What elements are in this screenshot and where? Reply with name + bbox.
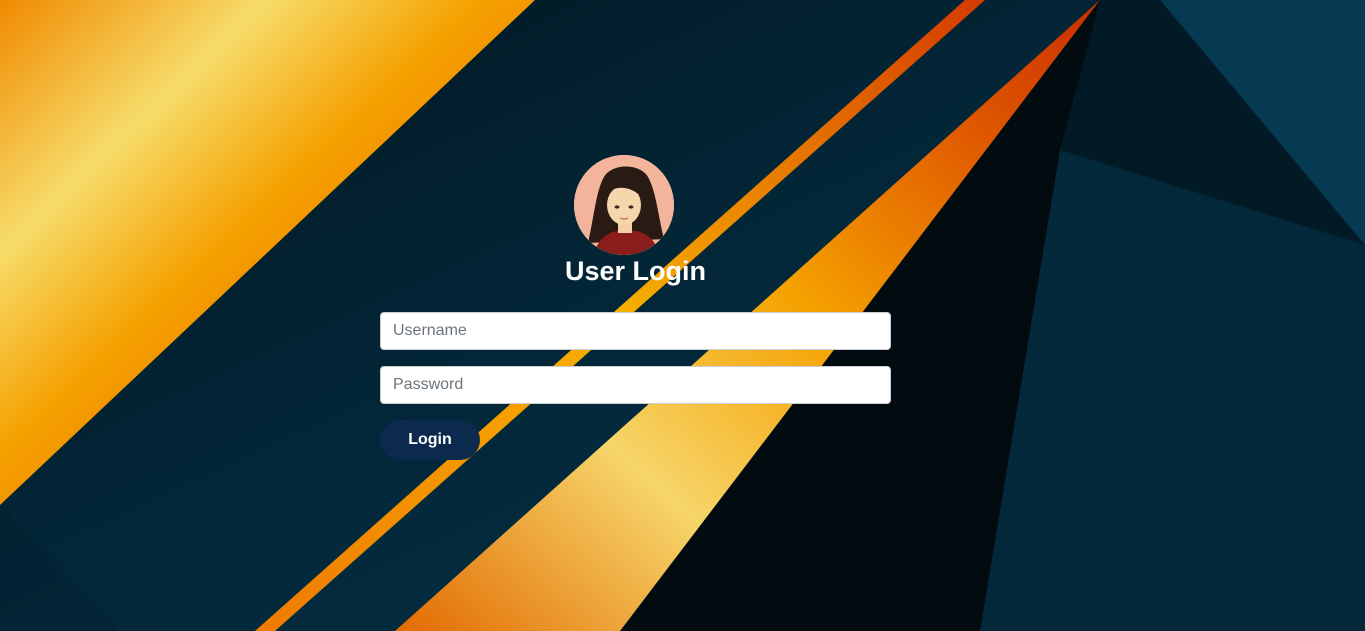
page-title: User Login <box>564 256 706 286</box>
user-avatar-icon <box>574 155 674 255</box>
login-page: User Login Login <box>0 0 1365 631</box>
password-input[interactable] <box>380 366 891 404</box>
username-input[interactable] <box>380 312 891 350</box>
login-button[interactable]: Login <box>380 420 480 460</box>
